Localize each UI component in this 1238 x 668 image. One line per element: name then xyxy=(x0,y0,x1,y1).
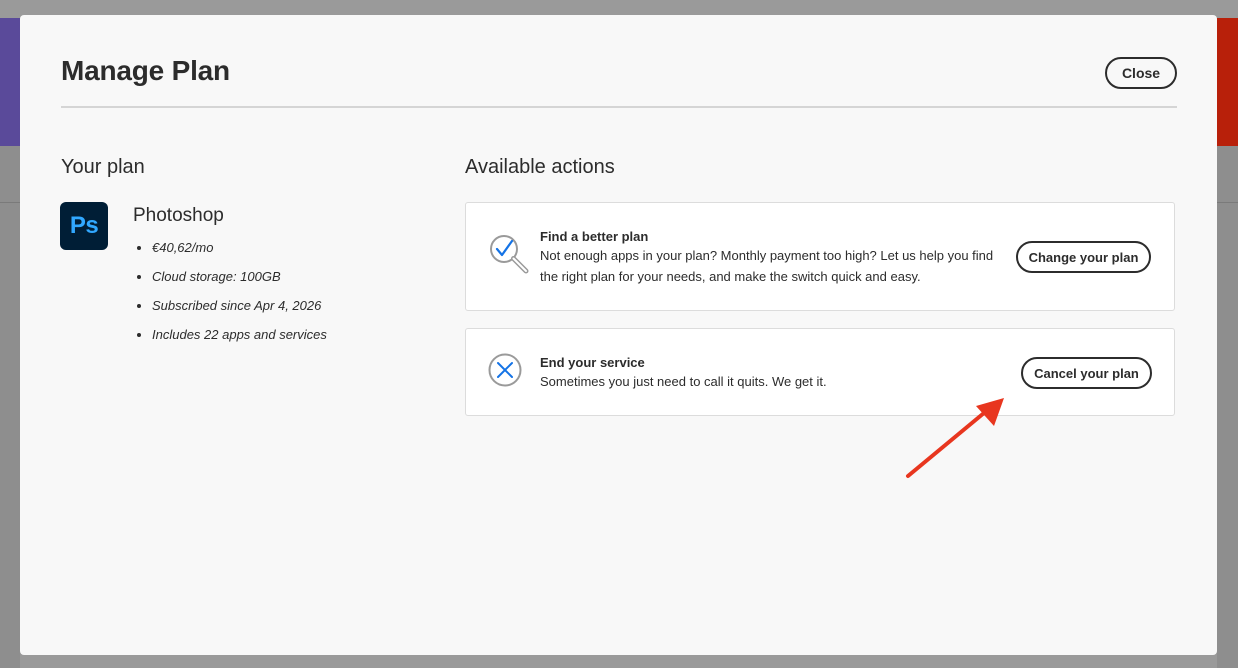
plan-includes: Includes 22 apps and services xyxy=(133,324,327,353)
photoshop-logo-icon: Ps xyxy=(60,202,108,250)
action-card-end-service: End your service Sometimes you just need… xyxy=(465,328,1175,416)
manage-plan-modal: Manage Plan Close Your plan Ps Photoshop… xyxy=(20,15,1217,655)
background-page-left xyxy=(0,146,20,668)
background-page-right xyxy=(1217,146,1238,668)
action-description: Sometimes you just need to call it quits… xyxy=(540,374,827,389)
action-description: Not enough apps in your plan? Monthly pa… xyxy=(540,248,994,284)
background-page-banner-left xyxy=(0,18,20,146)
action-title: Find a better plan xyxy=(540,229,649,244)
background-divider-right xyxy=(1217,202,1238,203)
modal-title: Manage Plan xyxy=(61,55,230,86)
plan-details-list: €40,62/mo Cloud storage: 100GB Subscribe… xyxy=(133,237,327,353)
plan-price: €40,62/mo xyxy=(133,237,327,266)
background-page-banner-right xyxy=(1217,18,1238,146)
close-button[interactable]: Close xyxy=(1105,57,1177,89)
background-divider-left xyxy=(0,202,20,203)
action-title: End your service xyxy=(540,355,645,370)
plan-storage: Cloud storage: 100GB xyxy=(133,266,327,295)
change-plan-button[interactable]: Change your plan xyxy=(1016,241,1151,273)
your-plan-heading: Your plan xyxy=(61,156,145,178)
circle-x-icon xyxy=(488,353,522,392)
magnifier-check-icon xyxy=(488,233,530,280)
header-divider xyxy=(61,106,1177,108)
product-name: Photoshop xyxy=(133,205,224,226)
action-card-find-better-plan: Find a better plan Not enough apps in yo… xyxy=(465,202,1175,311)
annotation-arrow-icon xyxy=(906,398,1004,478)
plan-subscribed-since: Subscribed since Apr 4, 2026 xyxy=(133,295,327,324)
available-actions-heading: Available actions xyxy=(465,156,615,178)
cancel-plan-button[interactable]: Cancel your plan xyxy=(1021,357,1152,389)
